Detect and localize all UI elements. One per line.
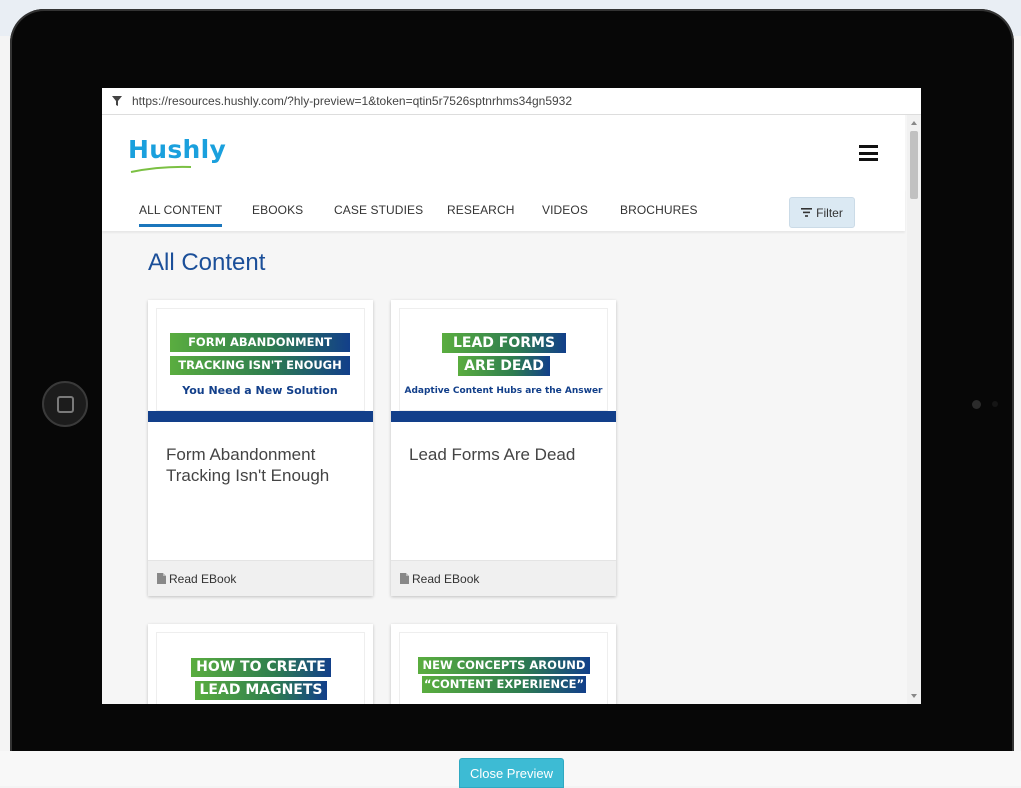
- url-bar[interactable]: https://resources.hushly.com/?hly-previe…: [102, 88, 921, 115]
- thumb-banner-line: HOW TO CREATE: [191, 658, 331, 677]
- card-cta: Read EBook: [169, 571, 237, 586]
- funnel-icon: [112, 96, 122, 106]
- tab-case-studies[interactable]: CASE STUDIES: [334, 203, 423, 224]
- content-card[interactable]: NEW CONCEPTS AROUND “CONTENT EXPERIENCE”: [391, 624, 616, 704]
- card-footer[interactable]: Read EBook: [391, 560, 616, 596]
- scroll-thumb[interactable]: [910, 131, 918, 199]
- card-thumbnail: NEW CONCEPTS AROUND “CONTENT EXPERIENCE”: [391, 624, 616, 704]
- thumb-banner-line: ARE DEAD: [458, 356, 550, 376]
- filter-lines-icon: [801, 208, 813, 217]
- tab-ebooks[interactable]: EBOOKS: [252, 203, 303, 224]
- filter-label: Filter: [816, 205, 843, 220]
- scroll-up-arrow-icon[interactable]: [911, 121, 917, 125]
- site-header: Hushly: [102, 115, 905, 189]
- scroll-down-arrow-icon[interactable]: [911, 694, 917, 698]
- thumb-banner-line: LEAD MAGNETS: [195, 681, 327, 700]
- logo-text: Hushly: [128, 135, 227, 164]
- url-text: https://resources.hushly.com/?hly-previe…: [132, 94, 573, 108]
- card-thumbnail: HOW TO CREATE LEAD MAGNETS: [148, 624, 373, 704]
- tab-all-content[interactable]: ALL CONTENT: [139, 203, 223, 227]
- tab-brochures[interactable]: BROCHURES: [620, 203, 698, 224]
- document-icon: [400, 573, 409, 584]
- thumb-stripe: [148, 411, 373, 422]
- card-cta: Read EBook: [412, 571, 480, 586]
- filter-button[interactable]: Filter: [789, 197, 855, 228]
- tablet-home-button: [42, 381, 88, 427]
- camera-icon: [972, 400, 981, 409]
- document-icon: [157, 573, 166, 584]
- preview-screen: https://resources.hushly.com/?hly-previe…: [102, 88, 921, 704]
- sensor-icon: [992, 401, 998, 407]
- thumb-banner-line: FORM ABANDONMENT: [170, 333, 350, 352]
- thumb-stripe: [391, 411, 616, 422]
- card-footer[interactable]: Read EBook: [148, 560, 373, 596]
- close-preview-button[interactable]: Close Preview: [459, 758, 564, 788]
- card-thumbnail: FORM ABANDONMENT TRACKING ISN'T ENOUGH Y…: [148, 300, 373, 422]
- card-thumbnail: LEAD FORMS ARE DEAD Adaptive Content Hub…: [391, 300, 616, 422]
- tab-research[interactable]: RESEARCH: [447, 203, 514, 224]
- thumb-banner-line: TRACKING ISN'T ENOUGH: [170, 356, 350, 375]
- card-title[interactable]: Form Abandonment Tracking Isn't Enough: [166, 444, 356, 486]
- card-title[interactable]: Lead Forms Are Dead: [409, 444, 599, 465]
- hamburger-menu-icon[interactable]: [859, 145, 878, 161]
- category-nav: ALL CONTENT EBOOKS CASE STUDIES RESEARCH…: [102, 189, 905, 231]
- tab-videos[interactable]: VIDEOS: [542, 203, 588, 224]
- page-title: All Content: [148, 249, 266, 276]
- content-card[interactable]: HOW TO CREATE LEAD MAGNETS: [148, 624, 373, 704]
- vertical-scrollbar[interactable]: [907, 115, 921, 704]
- thumb-banner-line: LEAD FORMS: [442, 333, 566, 353]
- logo-swoosh-icon: [130, 165, 192, 173]
- thumb-subtitle: You Need a New Solution: [182, 384, 338, 397]
- thumb-banner-line: “CONTENT EXPERIENCE”: [422, 676, 586, 693]
- thumb-banner-line: NEW CONCEPTS AROUND: [418, 657, 590, 674]
- content-card[interactable]: LEAD FORMS ARE DEAD Adaptive Content Hub…: [391, 300, 616, 596]
- hushly-logo[interactable]: Hushly: [128, 135, 227, 173]
- home-square-icon: [56, 395, 74, 413]
- content-card[interactable]: FORM ABANDONMENT TRACKING ISN'T ENOUGH Y…: [148, 300, 373, 596]
- thumb-subtitle: Adaptive Content Hubs are the Answer: [404, 386, 603, 396]
